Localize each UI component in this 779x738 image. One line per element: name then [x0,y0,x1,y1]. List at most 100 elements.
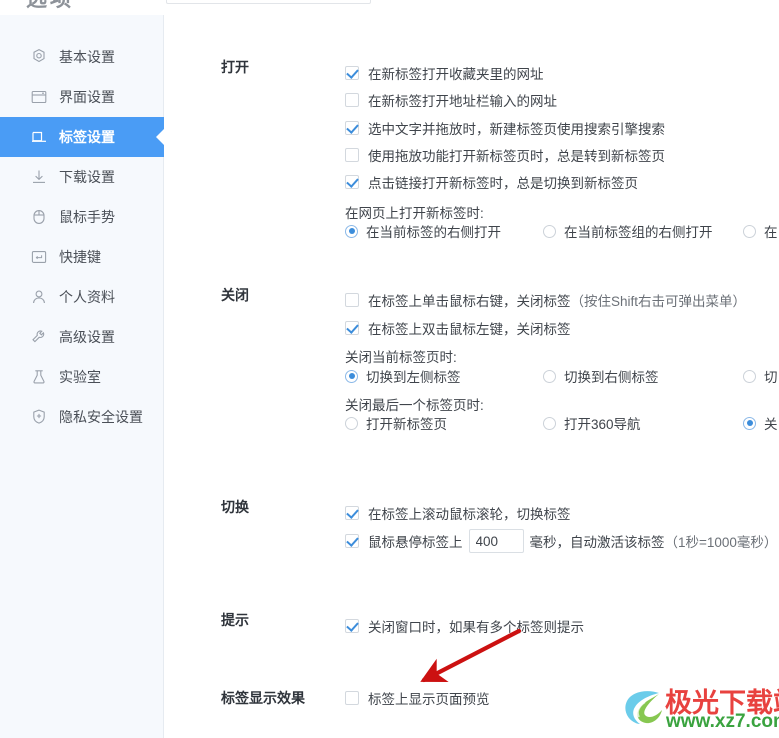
radio[interactable] [345,224,358,238]
checkbox-label: 使用拖放功能打开新标签页时，总是转到新标签页 [368,149,665,164]
checkbox-row-open-bookmarks-new-tab[interactable]: 在新标签打开收藏夹里的网址 [345,63,544,83]
user-icon [30,288,48,306]
sidebar-item-tab-settings[interactable]: 标签设置 [0,117,165,157]
radio-close-window[interactable]: 关 [743,413,778,433]
checkbox-row-right-click-close-tab[interactable]: 在标签上单击鼠标右键，关闭标签 （按住Shift右击可弹出菜单） [345,290,746,310]
checkbox-row-close-window-prompt[interactable]: 关闭窗口时，如果有多个标签则提示 [345,616,584,636]
active-indicator-arrow [156,128,165,146]
checkbox[interactable] [345,175,359,189]
window-icon [30,88,48,106]
sidebar-item-label: 界面设置 [59,89,115,105]
checkbox-row-drag-open-switch[interactable]: 使用拖放功能打开新标签页时，总是转到新标签页 [345,145,665,165]
checkbox-hint: （按住Shift右击可弹出菜单） [570,294,747,309]
radio-open-360-nav[interactable]: 打开360导航 [543,413,641,433]
checkbox-label: 在新标签打开收藏夹里的网址 [368,67,544,82]
sidebar-item-label: 隐私安全设置 [59,409,143,425]
radio[interactable] [345,369,358,383]
page-title: 选项 [26,0,74,13]
checkbox[interactable] [345,293,359,307]
sidebar-item-advanced-settings[interactable]: 高级设置 [0,317,164,357]
watermark: 极光下载站 www.xz7.com [618,682,779,734]
radio-label: 切换到左侧标签 [366,370,461,385]
radio-switch-to-right-tab[interactable]: 切换到右侧标签 [543,366,659,386]
radio-switch-to-left-tab[interactable]: 切换到左侧标签 [345,366,461,386]
sidebar-item-profile[interactable]: 个人资料 [0,277,164,317]
gear-icon [30,48,48,66]
sidebar-item-label: 高级设置 [59,329,115,345]
keyboard-icon [30,248,48,266]
sidebar: 基本设置 界面设置 标签设置 下载设置 鼠标手势 快捷键 个人资料 高级设置 实… [0,15,165,738]
checkbox-row-open-addressbar-new-tab[interactable]: 在新标签打开地址栏输入的网址 [345,90,557,110]
hover-delay-input[interactable] [468,529,524,553]
tab-icon [30,128,48,146]
radio[interactable] [743,416,756,430]
mouse-icon [30,208,48,226]
checkbox-row-tab-page-preview[interactable]: 标签上显示页面预览 [345,688,490,708]
checkbox-label: 在标签上双击鼠标左键，关闭标签 [368,322,571,337]
checkbox[interactable] [345,148,359,162]
radio[interactable] [345,416,358,430]
sidebar-item-basic-settings[interactable]: 基本设置 [0,37,164,77]
section-label-prompt: 提示 [221,612,249,628]
checkbox-label: 在标签上滚动鼠标滚轮，切换标签 [368,507,571,522]
window-header-clipped: 选项 [0,0,779,15]
section-label-close: 关闭 [221,287,249,303]
radio-label: 在 [764,225,778,240]
checkbox-label: 在标签上单击鼠标右键，关闭标签 [368,294,571,309]
radio-open-new-tab-page[interactable]: 打开新标签页 [345,413,447,433]
download-icon [30,168,48,186]
sidebar-item-label: 基本设置 [59,49,115,65]
checkbox-label: 标签上显示页面预览 [368,692,490,707]
checkbox[interactable] [345,619,359,633]
radio-open-right-of-current-group[interactable]: 在当前标签组的右侧打开 [543,221,713,241]
section-label-switch: 切换 [221,499,249,515]
flask-icon [30,368,48,386]
sidebar-item-label: 标签设置 [59,129,115,145]
settings-content: 打开 在新标签打开收藏夹里的网址 在新标签打开地址栏输入的网址 选中文字并拖放时… [165,15,779,738]
search-input[interactable] [166,0,371,4]
checkbox-row-click-link-switch[interactable]: 点击链接打开新标签时，总是切换到新标签页 [345,172,638,192]
radio-label: 关 [764,417,778,432]
checkbox-label: 选中文字并拖放时，新建标签页使用搜索引擎搜索 [368,122,665,137]
sidebar-item-privacy-security-settings[interactable]: 隐私安全设置 [0,397,164,437]
radio[interactable] [743,369,756,383]
checkbox-label: 关闭窗口时，如果有多个标签则提示 [368,620,584,635]
radio-open-right-of-current-tab[interactable]: 在当前标签的右侧打开 [345,221,501,241]
watermark-logo-icon [625,691,662,724]
sidebar-item-lab[interactable]: 实验室 [0,357,164,397]
radio-label: 打开360导航 [564,417,641,432]
wrench-icon [30,328,48,346]
checkbox[interactable] [345,506,359,520]
checkbox-label: 点击链接打开新标签时，总是切换到新标签页 [368,176,638,191]
sidebar-item-mouse-gestures[interactable]: 鼠标手势 [0,197,164,237]
sidebar-item-interface-settings[interactable]: 界面设置 [0,77,164,117]
checkbox-row-double-click-close-tab[interactable]: 在标签上双击鼠标左键，关闭标签 [345,318,571,338]
hover-suffix-label: 毫秒，自动激活该标签 [529,535,665,550]
close-last-tab-label: 关闭最后一个标签页时: [345,398,484,413]
radio[interactable] [743,224,756,238]
checkbox[interactable] [345,321,359,335]
radio-label: 切 [764,370,778,385]
radio[interactable] [543,369,556,383]
checkbox-row-drag-text-search[interactable]: 选中文字并拖放时，新建标签页使用搜索引擎搜索 [345,118,665,138]
checkbox[interactable] [345,93,359,107]
checkbox-row-scroll-switch-tab[interactable]: 在标签上滚动鼠标滚轮，切换标签 [345,503,571,523]
checkbox[interactable] [345,66,359,80]
checkbox-row-hover-activate-tab[interactable]: 鼠标悬停标签上 毫秒，自动激活该标签 （1秒=1000毫秒） [345,529,777,553]
radio-label: 在当前标签组的右侧打开 [564,225,713,240]
hover-prefix-label: 鼠标悬停标签上 [368,535,463,550]
checkbox[interactable] [345,534,359,548]
sidebar-item-download-settings[interactable]: 下载设置 [0,157,164,197]
radio-label: 在当前标签的右侧打开 [366,225,501,240]
watermark-url: www.xz7.com [666,711,779,732]
radio[interactable] [543,224,556,238]
radio[interactable] [543,416,556,430]
sidebar-item-shortcuts[interactable]: 快捷键 [0,237,164,277]
checkbox[interactable] [345,121,359,135]
radio-open-third-option[interactable]: 在 [743,221,778,241]
radio-switch-third-option[interactable]: 切 [743,366,778,386]
radio-label: 打开新标签页 [366,417,447,432]
sidebar-item-label: 实验室 [59,369,101,385]
checkbox-label: 在新标签打开地址栏输入的网址 [368,94,557,109]
checkbox[interactable] [345,691,359,705]
